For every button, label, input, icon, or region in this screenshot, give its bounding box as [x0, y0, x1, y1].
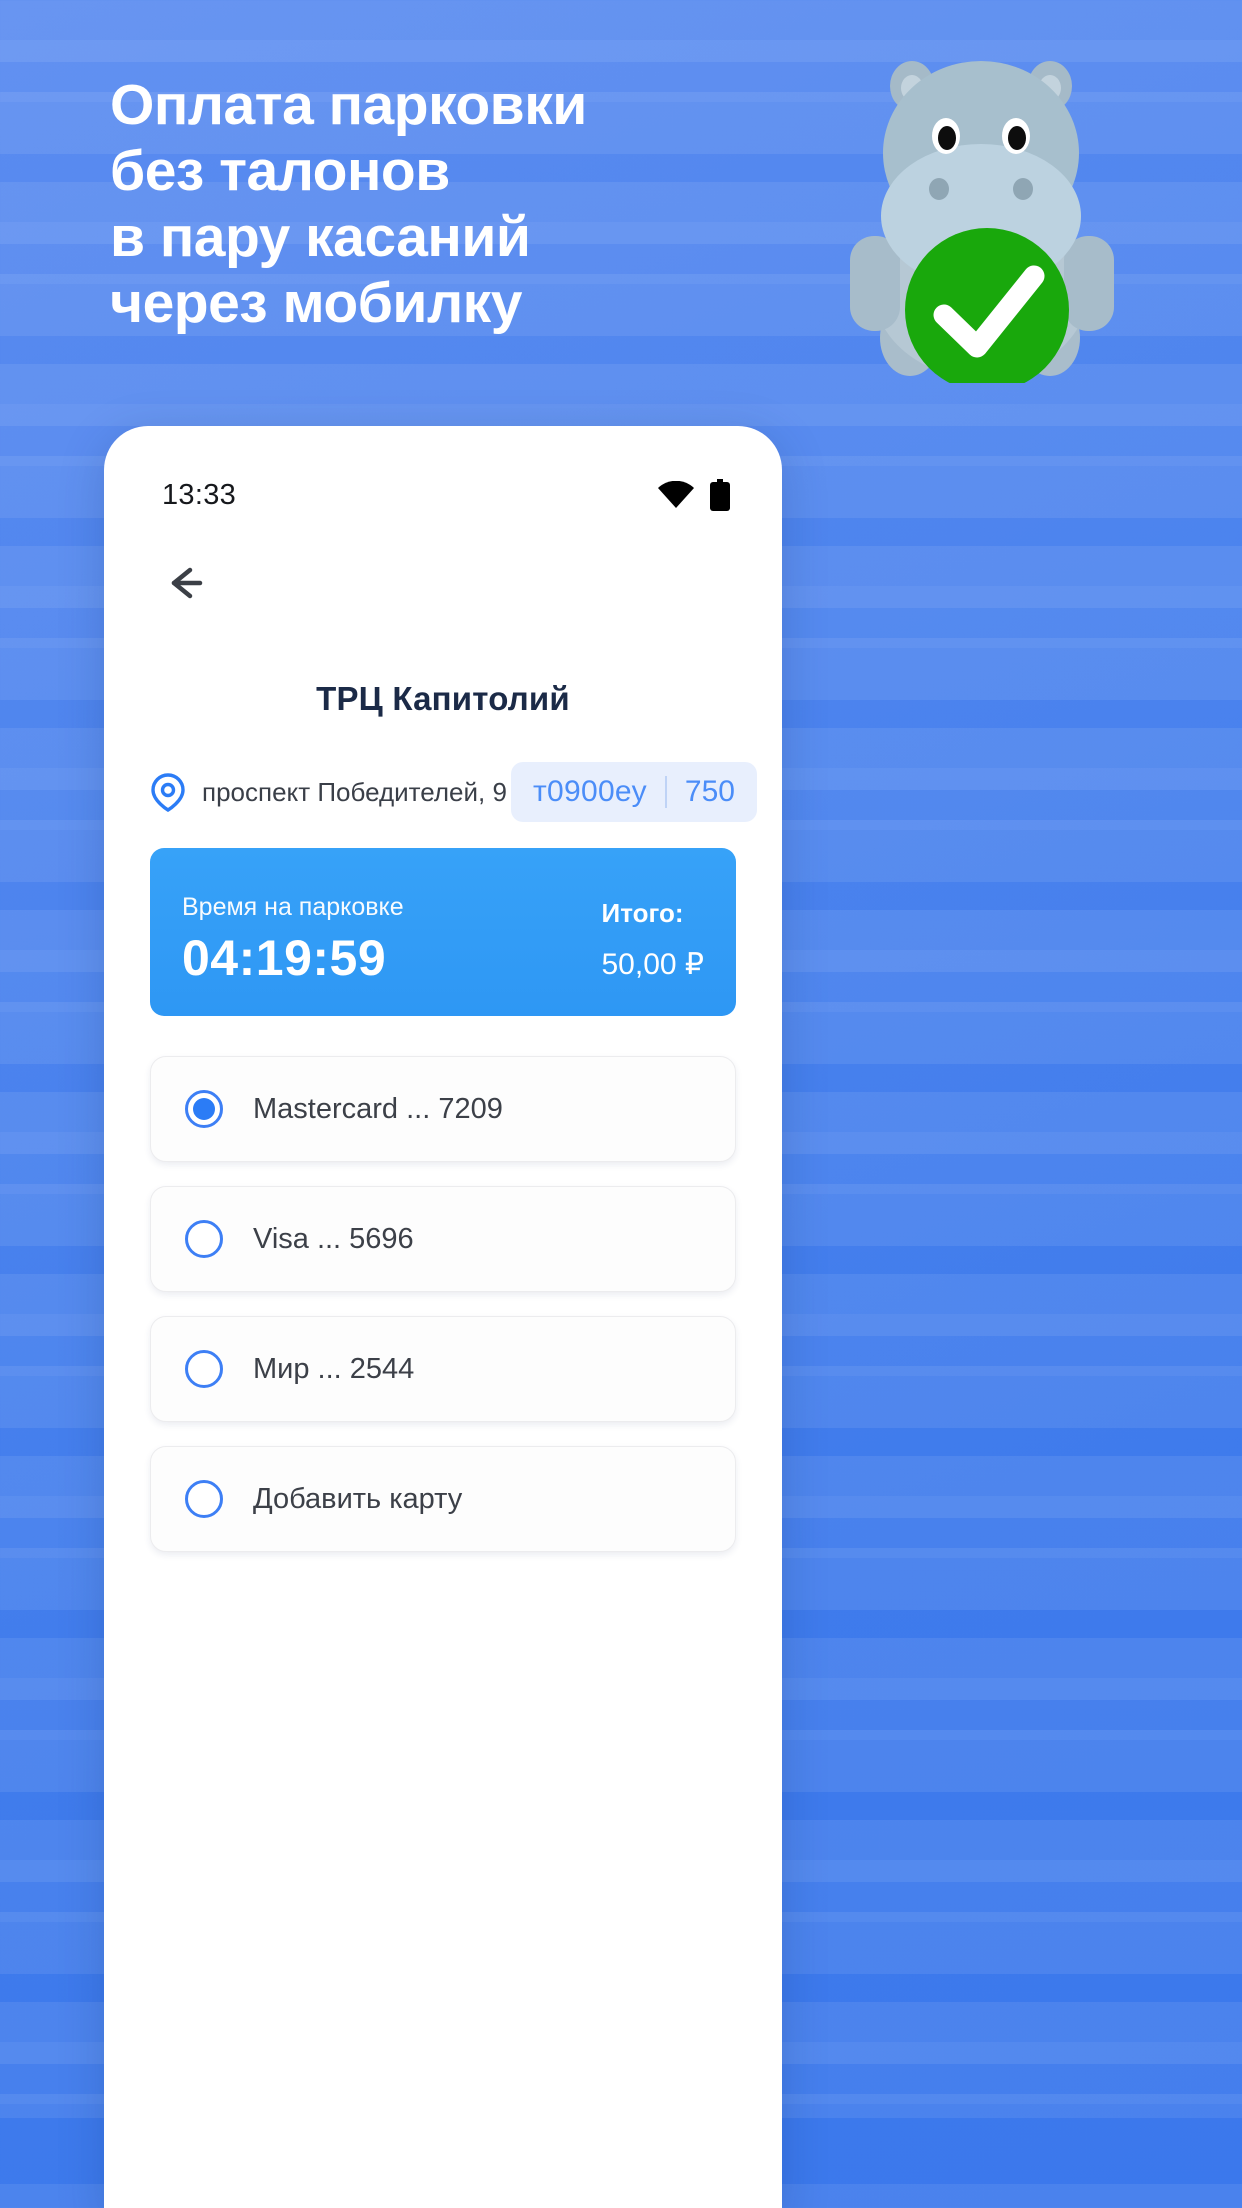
parking-time-value: 04:19:59	[182, 930, 387, 986]
payment-method-label: Mastercard ... 7209	[253, 1092, 503, 1125]
license-plate-badge: т0900еу 750	[510, 762, 757, 822]
plate-region: 750	[684, 775, 735, 808]
payment-method-mastercard[interactable]: Mastercard ... 7209	[150, 1056, 736, 1162]
parking-total-label: Итого:	[601, 898, 684, 928]
location-pin-icon	[151, 773, 185, 812]
phone-mockup: 13:33 ТРЦ Капитолий проспект Победителей…	[104, 426, 782, 2208]
battery-icon	[710, 479, 730, 511]
radio-icon-visa[interactable]	[185, 1220, 223, 1258]
parking-total-value: 50,00 ₽	[601, 948, 705, 981]
payment-method-label: Мир ... 2544	[253, 1352, 415, 1385]
wifi-icon	[658, 481, 694, 508]
plate-number: т0900еу	[532, 775, 647, 808]
promo-headline: Оплата парковки без талонов в пару касан…	[110, 72, 730, 336]
radio-icon-add-card[interactable]	[185, 1480, 223, 1518]
headline-line-1: Оплата парковки	[110, 73, 587, 137]
status-bar: 13:33	[104, 426, 782, 518]
status-bar-icons	[658, 479, 730, 511]
payment-method-label: Добавить карту	[253, 1482, 463, 1515]
parking-time-label: Время на парковке	[182, 893, 404, 921]
payment-method-add-card[interactable]: Добавить карту	[150, 1446, 736, 1552]
page-title: ТРЦ Капитолий	[316, 680, 570, 717]
plate-divider	[664, 776, 667, 808]
status-bar-clock: 13:33	[162, 478, 237, 511]
payment-method-visa[interactable]: Visa ... 5696	[150, 1186, 736, 1292]
parking-session-card: Время на парковке 04:19:59 Итого: 50,00 …	[150, 848, 736, 1016]
navigation-bar	[104, 518, 782, 606]
radio-icon-mastercard[interactable]	[185, 1090, 223, 1128]
venue-address-row: проспект Победителей, 9 т0900еу 750	[150, 762, 757, 822]
radio-icon-mir[interactable]	[185, 1350, 223, 1388]
headline-line-4: через мобилку	[110, 271, 522, 335]
headline-line-2: без талонов	[110, 139, 450, 203]
arrow-left-icon[interactable]	[162, 560, 208, 606]
parking-total-block: Итого: 50,00 ₽	[602, 898, 705, 986]
payment-method-label: Visa ... 5696	[253, 1222, 414, 1255]
venue-address: проспект Победителей, 9	[202, 776, 507, 807]
hippo-mascot	[850, 61, 1114, 383]
payment-method-list: Mastercard ... 7209 Visa ... 5696 Мир ..…	[150, 1056, 736, 1552]
screen-content: ТРЦ Капитолий проспект Победителей, 9 т0…	[104, 680, 782, 1552]
payment-method-mir[interactable]: Мир ... 2544	[150, 1316, 736, 1422]
headline-line-3: в пару касаний	[110, 205, 531, 269]
parking-time-block: Время на парковке 04:19:59	[182, 893, 404, 986]
